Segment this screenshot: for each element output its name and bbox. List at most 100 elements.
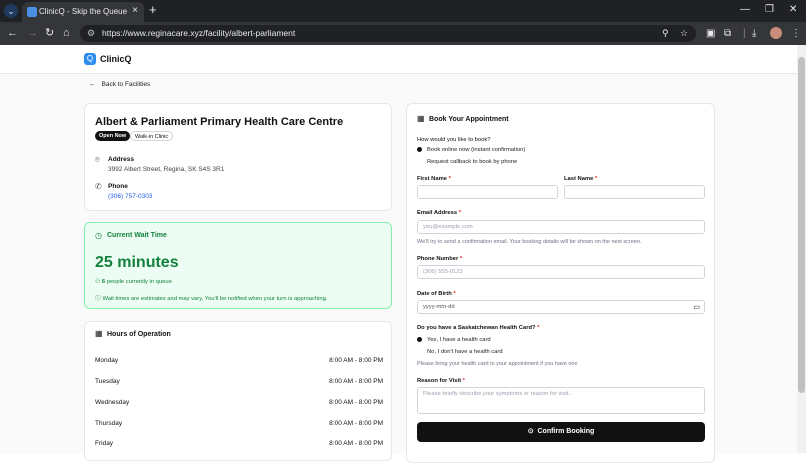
phone-label: Phone — [108, 183, 128, 190]
wait-note-line: ⓘ Wait times are estimates and may vary.… — [95, 293, 327, 302]
clinicq-logo-icon[interactable]: Q — [84, 53, 96, 65]
home-icon[interactable]: ⌂ — [63, 27, 70, 39]
bookmark-star-icon[interactable]: ☆ — [680, 28, 688, 39]
wait-value: 25 minutes — [95, 254, 179, 271]
favicon-icon — [27, 7, 37, 17]
restore-icon[interactable]: ❐ — [765, 4, 774, 15]
method-online-label: Book online now (instant confirmation) — [427, 147, 526, 153]
method-question: How would you like to book? — [417, 137, 491, 143]
card-yes-label: Yes, I have a health card — [427, 337, 491, 343]
facility-name: Albert & Parliament Primary Health Care … — [95, 116, 344, 128]
site-info-icon[interactable]: ⚙ — [87, 28, 95, 39]
confirm-booking-label: Confirm Booking — [537, 428, 595, 435]
calendar-icon: ▦ — [417, 114, 425, 123]
address-label: Address — [108, 156, 135, 163]
hours-row: Friday 8:00 AM - 8:00 PM — [95, 440, 383, 447]
card-yes-radio[interactable]: Yes, I have a health card — [417, 337, 491, 343]
card-no-radio[interactable]: No, I don't have a health card — [417, 349, 503, 355]
calendar-picker-icon[interactable]: ▭ — [693, 301, 700, 314]
dob-input[interactable]: yyyy-mm-dd ▭ — [417, 300, 705, 314]
new-tab-icon[interactable]: + — [149, 3, 157, 17]
phone-link[interactable]: (306) 757-0303 — [108, 193, 152, 200]
hours-time: 8:00 AM - 8:00 PM — [329, 378, 383, 385]
reason-textarea[interactable]: Please briefly describe your symptoms or… — [417, 387, 705, 414]
method-callback-radio[interactable]: Request callback to book by phone — [417, 159, 517, 165]
last-name-input[interactable] — [564, 185, 705, 199]
hours-title: Hours of Operation — [107, 331, 171, 338]
scrollbar-thumb[interactable] — [798, 57, 805, 393]
map-pin-icon: ⌾ — [95, 155, 100, 164]
wait-title: Current Wait Time — [107, 232, 167, 239]
people-icon: ⚇ — [95, 279, 101, 285]
queue-line: ⚇ 6 people currently in queue — [95, 279, 172, 285]
hours-day: Friday — [95, 440, 114, 447]
brand-name[interactable]: ClinicQ — [100, 54, 132, 64]
back-label: Back to Facilities — [101, 81, 151, 88]
check-circle-icon: ⊙ — [527, 428, 534, 435]
close-window-icon[interactable]: ✕ — [789, 4, 797, 15]
back-nav-icon[interactable]: ← — [7, 27, 18, 39]
wait-note: Wait times are estimates and may vary. Y… — [102, 296, 328, 302]
phone-icon: ✆ — [95, 182, 102, 191]
radio-unselected-icon — [417, 159, 422, 164]
divider: | — [743, 28, 746, 39]
card-help: Please bring your health card to your ap… — [417, 361, 578, 367]
phone-label: Phone Number * — [417, 256, 463, 262]
back-to-facilities-link[interactable]: ← Back to Facilities — [89, 81, 150, 88]
menu-kebab-icon[interactable]: ⋮ — [791, 28, 801, 39]
url-text: https://www.reginacare.xyz/facility/albe… — [102, 28, 296, 38]
wait-time-card: ◷ Current Wait Time 25 minutes ⚇ 6 peopl… — [84, 222, 392, 309]
status-badge: Open Now — [95, 131, 131, 141]
zoom-icon[interactable]: ⚲ — [662, 28, 669, 39]
hours-row: Thursday 8:00 AM - 8:00 PM — [95, 420, 383, 427]
type-badge: Walk-in Clinic — [130, 131, 174, 141]
radio-selected-icon — [417, 337, 422, 342]
confirm-booking-button[interactable]: ⊙ Confirm Booking — [417, 422, 705, 442]
extensions-icon[interactable]: ⧉ — [724, 28, 731, 39]
booking-card: ▦ Book Your Appointment How would you li… — [406, 103, 715, 463]
hours-row: Wednesday 8:00 AM - 8:00 PM — [95, 399, 383, 406]
method-callback-label: Request callback to book by phone — [427, 159, 518, 165]
page: Q ClinicQ ← Back to Facilities Albert & P… — [0, 45, 797, 463]
first-name-label: First Name * — [417, 176, 451, 182]
calendar-icon: ▦ — [95, 329, 103, 338]
hours-card: ▦ Hours of Operation Monday 8:00 AM - 8:0… — [84, 321, 392, 461]
reason-label: Reason for Visit * — [417, 378, 465, 384]
method-online-radio[interactable]: Book online now (instant confirmation) — [417, 147, 525, 153]
phone-input[interactable]: (306) 555-0123 — [417, 265, 705, 279]
radio-unselected-icon — [417, 349, 422, 354]
dob-label: Date of Birth * — [417, 291, 456, 297]
hours-day: Monday — [95, 357, 119, 364]
profile-avatar[interactable] — [770, 27, 782, 39]
hours-time: 8:00 AM - 8:00 PM — [329, 357, 383, 364]
tab-title: ClinicQ - Skip the Queue — [39, 7, 128, 16]
hours-time: 8:00 AM - 8:00 PM — [329, 420, 383, 427]
reading-mode-icon[interactable]: ▣ — [706, 28, 715, 39]
queue-text: people currently in queue — [106, 279, 172, 285]
health-card-question: Do you have a Saskatchewan Health Card? … — [417, 325, 540, 331]
address-value: 3992 Albert Street, Regina, SK S4S 3R1 — [108, 166, 225, 173]
page-scrollbar[interactable] — [797, 45, 806, 453]
hours-row: Monday 8:00 AM - 8:00 PM — [95, 357, 383, 364]
queue-count: 6 — [101, 279, 106, 285]
reload-icon[interactable]: ↻ — [45, 27, 54, 39]
close-tab-icon[interactable]: × — [132, 5, 138, 16]
browser-tab[interactable]: ClinicQ - Skip the Queue × — [22, 2, 144, 22]
email-input[interactable]: you@example.com — [417, 220, 705, 234]
address-bar[interactable]: ⚙ https://www.reginacare.xyz/facility/al… — [80, 25, 696, 42]
arrow-left-icon: ← — [89, 81, 96, 88]
download-icon[interactable]: ⤓ — [752, 28, 756, 39]
minimize-icon[interactable]: — — [740, 4, 750, 15]
dob-placeholder: yyyy-mm-dd — [423, 304, 455, 310]
facility-card: Albert & Parliament Primary Health Care … — [84, 103, 392, 211]
forward-nav-icon[interactable]: → — [27, 27, 38, 39]
clock-icon: ◷ — [95, 231, 102, 240]
hours-day: Tuesday — [95, 378, 120, 385]
first-name-input[interactable] — [417, 185, 558, 199]
hours-time: 8:00 AM - 8:00 PM — [329, 440, 383, 447]
email-label: Email Address * — [417, 210, 461, 216]
radio-selected-icon — [417, 147, 422, 152]
tab-search-icon[interactable]: ⌄ — [4, 4, 18, 18]
hours-day: Thursday — [95, 420, 123, 427]
hours-time: 8:00 AM - 8:00 PM — [329, 399, 383, 406]
